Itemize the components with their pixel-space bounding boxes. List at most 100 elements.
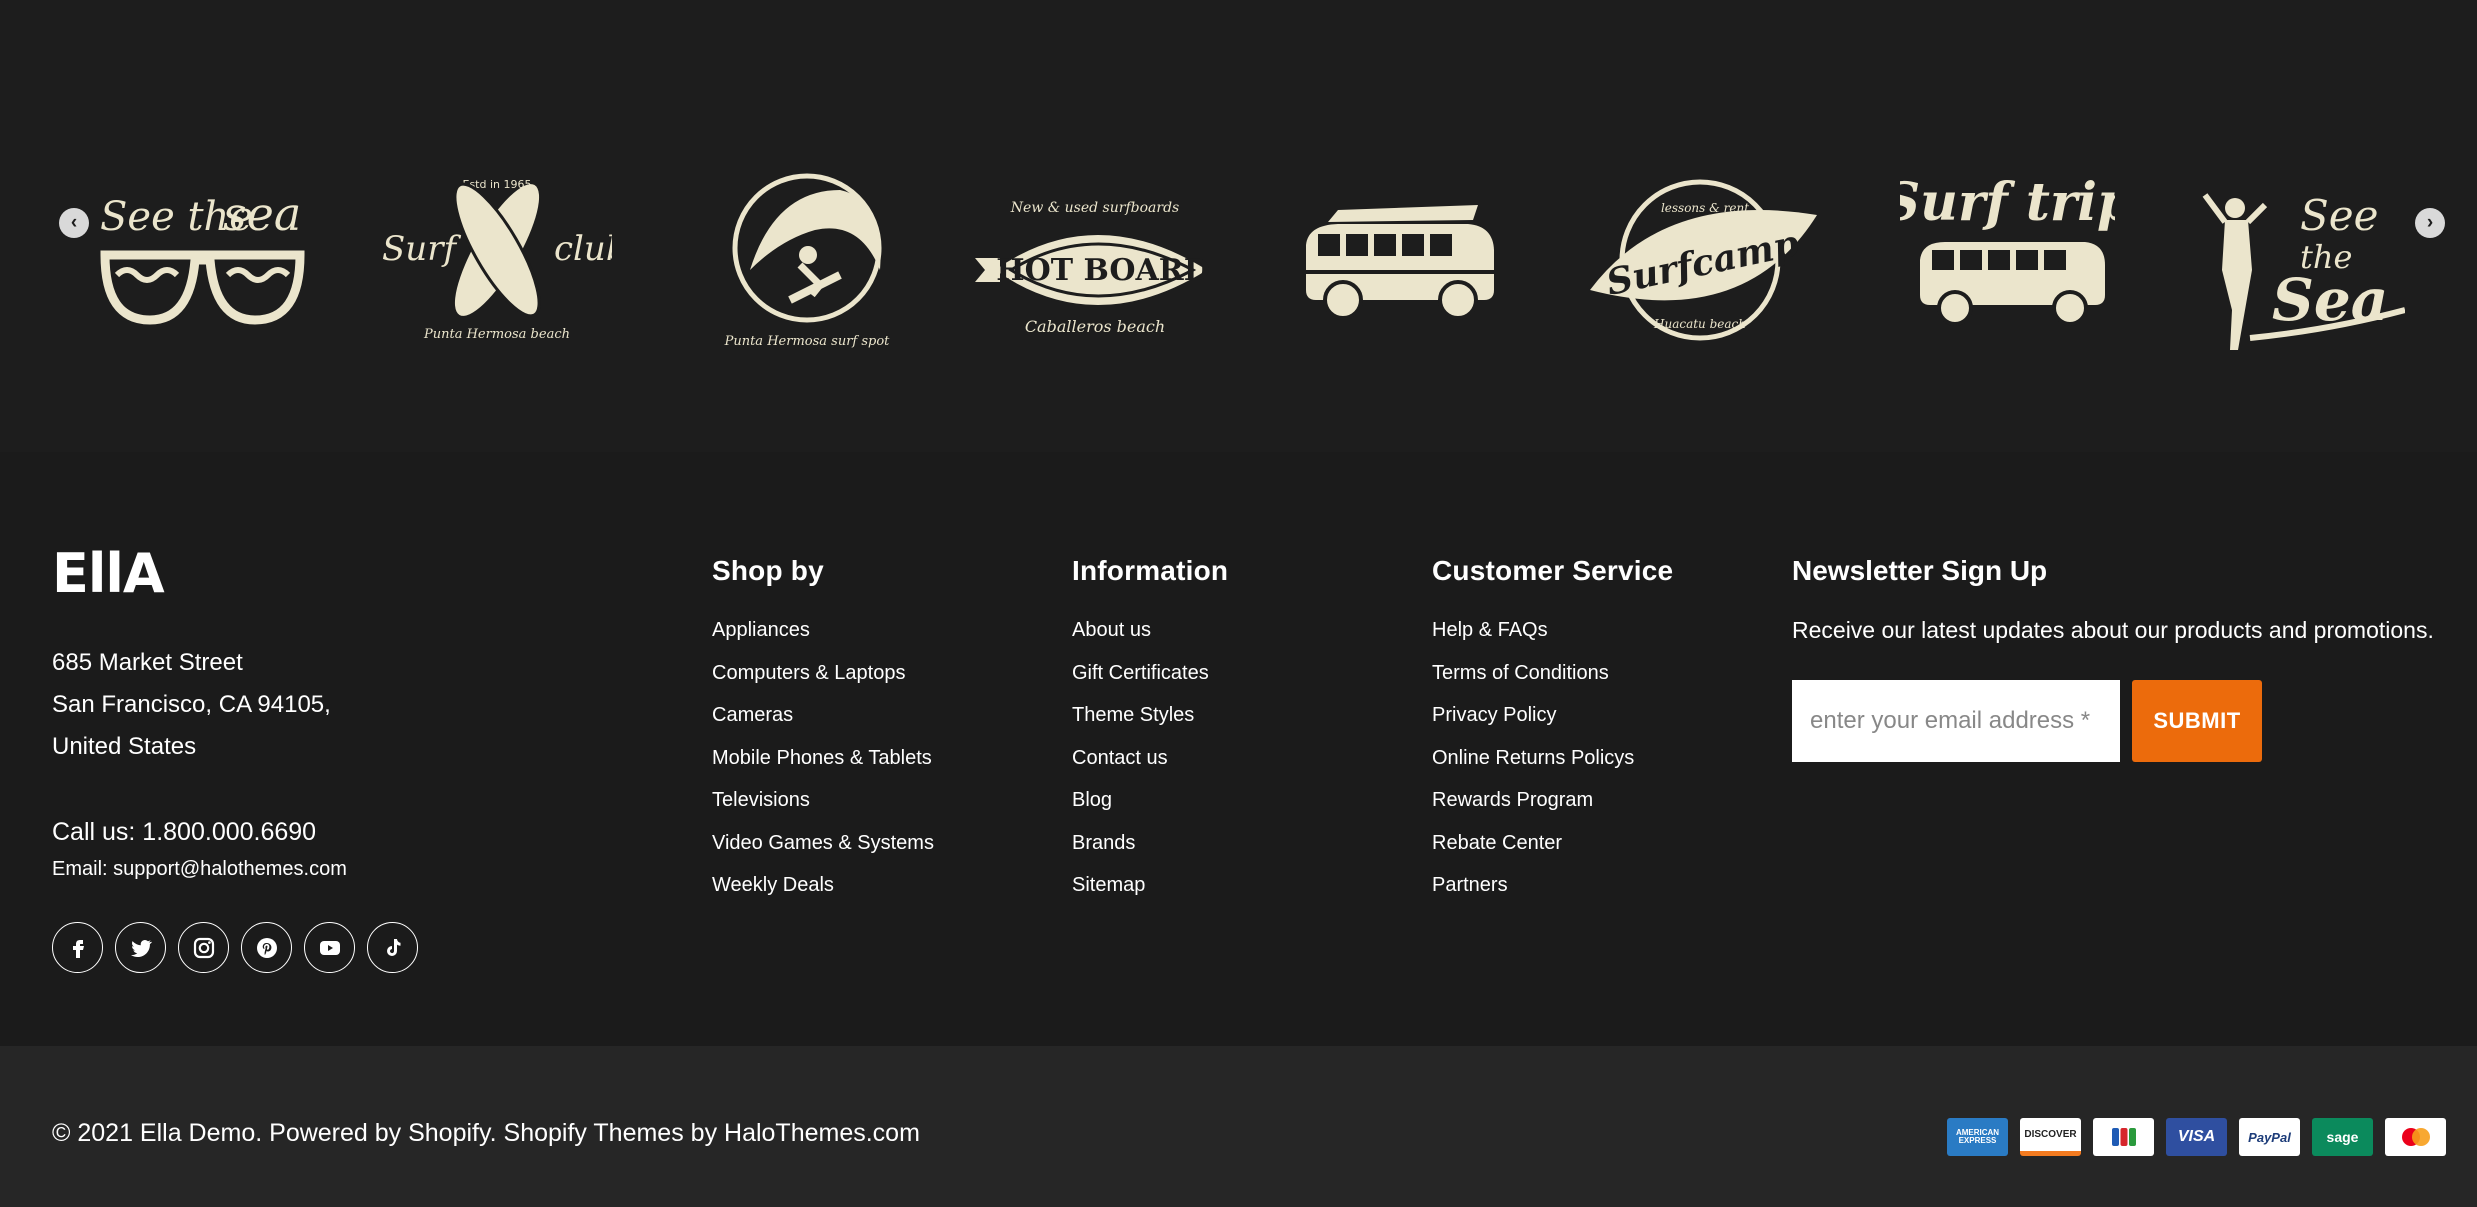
tiktok-icon: [386, 938, 400, 956]
svg-text:Punta Hermosa surf spot: Punta Hermosa surf spot: [724, 334, 891, 349]
address-line: 685 Market Street: [52, 649, 243, 676]
brand-logo-see-the-sea[interactable]: See the sea: [95, 160, 310, 360]
phone-number[interactable]: Call us: 1.800.000.6690: [52, 818, 316, 847]
information-link[interactable]: Gift Certificates: [1072, 662, 1228, 705]
shop-link[interactable]: Televisions: [712, 789, 934, 832]
surf-trip-logo: Surf trip: [1883, 172, 2133, 326]
address-line: United States: [52, 733, 197, 760]
brand-logo-surf-camp[interactable]: lessons & rent Surfcamp Huacatu beach: [1585, 160, 1820, 360]
svg-text:See: See: [2300, 191, 2378, 240]
svg-text:Caballeros beach: Caballeros beach: [1025, 317, 1165, 336]
information-link[interactable]: Contact us: [1072, 747, 1228, 790]
discover-icon: DISCOVER: [2020, 1118, 2081, 1156]
information-heading: Information: [1072, 555, 1229, 586]
newsletter-heading: Newsletter Sign Up: [1792, 555, 2048, 586]
information-link[interactable]: Brands: [1072, 832, 1228, 875]
paypal-label: PayPal: [2248, 1129, 2291, 1145]
svg-text:Surf: Surf: [382, 229, 461, 269]
svg-text:sea: sea: [223, 187, 301, 241]
customer-service-link[interactable]: Help & FAQs: [1432, 619, 1673, 662]
twitter-link[interactable]: [115, 922, 166, 973]
tiktok-link[interactable]: [367, 922, 418, 973]
instagram-link[interactable]: [178, 922, 229, 973]
shop-link[interactable]: Computers & Laptops: [712, 662, 934, 705]
customer-service-link[interactable]: Rebate Center: [1432, 832, 1673, 875]
svg-text:New & used surfboards: New & used surfboards: [1010, 200, 1179, 216]
paypal-icon: PayPal: [2239, 1118, 2300, 1156]
svg-text:lessons & rent: lessons & rent: [1661, 201, 1749, 215]
see-the-sea-logo: See the sea: [100, 187, 305, 325]
sage-label: sage: [2326, 1129, 2359, 1145]
sage-icon: sage: [2312, 1118, 2373, 1156]
svg-text:Huacatu beach: Huacatu beach: [1653, 317, 1746, 331]
chevron-left-icon: ‹: [70, 212, 78, 233]
newsletter-form: SUBMIT: [1792, 680, 2452, 762]
shop-by-column: Shop by Appliances Computers & Laptops C…: [712, 555, 934, 917]
shop-link[interactable]: Video Games & Systems: [712, 832, 934, 875]
american-express-label: AMERICAN EXPRESS: [1955, 1128, 2000, 1145]
customer-service-link[interactable]: Terms of Conditions: [1432, 662, 1673, 705]
visa-icon: VISA: [2166, 1118, 2227, 1156]
information-link[interactable]: Theme Styles: [1072, 704, 1228, 747]
facebook-icon: [72, 939, 84, 958]
mastercard-icon: [2385, 1118, 2446, 1156]
facebook-link[interactable]: [52, 922, 103, 973]
support-email[interactable]: Email: support@halothemes.com: [52, 858, 347, 881]
youtube-icon: [319, 940, 340, 955]
information-link[interactable]: Blog: [1072, 789, 1228, 832]
youtube-link[interactable]: [304, 922, 355, 973]
brand-carousel: ‹ See the sea Estd in 1965 Surf club Pun…: [0, 0, 2477, 452]
shop-by-heading: Shop by: [712, 555, 824, 586]
shop-link[interactable]: Mobile Phones & Tablets: [712, 747, 934, 790]
svg-text:Surf trip: Surf trip: [1900, 172, 2115, 233]
information-column: Information About us Gift Certificates T…: [1072, 555, 1228, 917]
footer: EllA 685 Market Street San Francisco, CA…: [0, 452, 2477, 1046]
customer-service-link[interactable]: Privacy Policy: [1432, 704, 1673, 747]
surf-spot-logo: Punta Hermosa surf spot: [724, 173, 891, 349]
american-express-icon: AMERICAN EXPRESS: [1947, 1118, 2008, 1156]
svg-text:HOT BOARD: HOT BOARD: [996, 253, 1210, 288]
store-address: 685 Market Street San Francisco, CA 9410…: [52, 642, 331, 768]
visa-label: VISA: [2177, 1128, 2216, 1145]
address-line: San Francisco, CA 94105,: [52, 691, 331, 718]
brand-logo-surf-club[interactable]: Estd in 1965 Surf club Punta Hermosa bea…: [382, 160, 628, 360]
brand-logo-surf-spot[interactable]: Punta Hermosa surf spot: [720, 160, 895, 360]
shop-link[interactable]: Appliances: [712, 619, 934, 662]
copyright-text: © 2021 Ella Demo. Powered by Shopify. Sh…: [52, 1119, 920, 1147]
customer-service-column: Customer Service Help & FAQs Terms of Co…: [1432, 555, 1673, 917]
pinterest-icon: [256, 937, 277, 958]
surf-camp-logo: lessons & rent Surfcamp Huacatu beach: [1590, 179, 1817, 341]
twitter-icon: [130, 939, 152, 957]
shop-link[interactable]: Cameras: [712, 704, 934, 747]
customer-service-link[interactable]: Online Returns Policys: [1432, 747, 1673, 790]
svg-text:club: club: [554, 229, 612, 269]
instagram-icon: [193, 937, 214, 958]
chevron-right-icon: ›: [2426, 212, 2434, 233]
newsletter-email-input[interactable]: [1792, 680, 2120, 762]
brand-logo-hot-board[interactable]: New & used surfboards HOT BOARD Caballer…: [975, 160, 1210, 360]
brand-logo-camper-van[interactable]: [1298, 160, 1498, 360]
hot-board-logo: New & used surfboards HOT BOARD Caballer…: [975, 200, 1210, 336]
shop-link[interactable]: Weekly Deals: [712, 874, 934, 917]
brand-logo-surf-trip[interactable]: Surf trip: [1883, 160, 2133, 360]
customer-service-link[interactable]: Rewards Program: [1432, 789, 1673, 832]
svg-text:Punta Hermosa beach: Punta Hermosa beach: [423, 327, 570, 342]
customer-service-heading: Customer Service: [1432, 555, 1674, 586]
newsletter-submit-button[interactable]: SUBMIT: [2132, 680, 2262, 762]
carousel-next-button[interactable]: ›: [2415, 208, 2445, 238]
customer-service-link[interactable]: Partners: [1432, 874, 1673, 917]
see-the-sea-girl-logo: See the Sea: [2202, 191, 2406, 350]
payment-methods: AMERICAN EXPRESS DISCOVER VISA PayPal sa…: [1947, 1118, 2446, 1156]
information-link[interactable]: About us: [1072, 619, 1228, 662]
camper-van-logo: [1306, 205, 1494, 320]
footer-logo[interactable]: EllA: [52, 547, 165, 601]
newsletter-description: Receive our latest updates about our pro…: [1792, 617, 2434, 643]
discover-label: DISCOVER: [2024, 1129, 2077, 1140]
surf-club-logo: Estd in 1965 Surf club Punta Hermosa bea…: [382, 178, 628, 342]
jcb-icon: [2093, 1118, 2154, 1156]
carousel-prev-button[interactable]: ‹: [59, 208, 89, 238]
newsletter-signup: Newsletter Sign Up Receive our latest up…: [1792, 555, 2452, 762]
pinterest-link[interactable]: [241, 922, 292, 973]
information-link[interactable]: Sitemap: [1072, 874, 1228, 917]
brand-logo-see-the-sea-girl[interactable]: See the Sea: [2190, 160, 2406, 360]
